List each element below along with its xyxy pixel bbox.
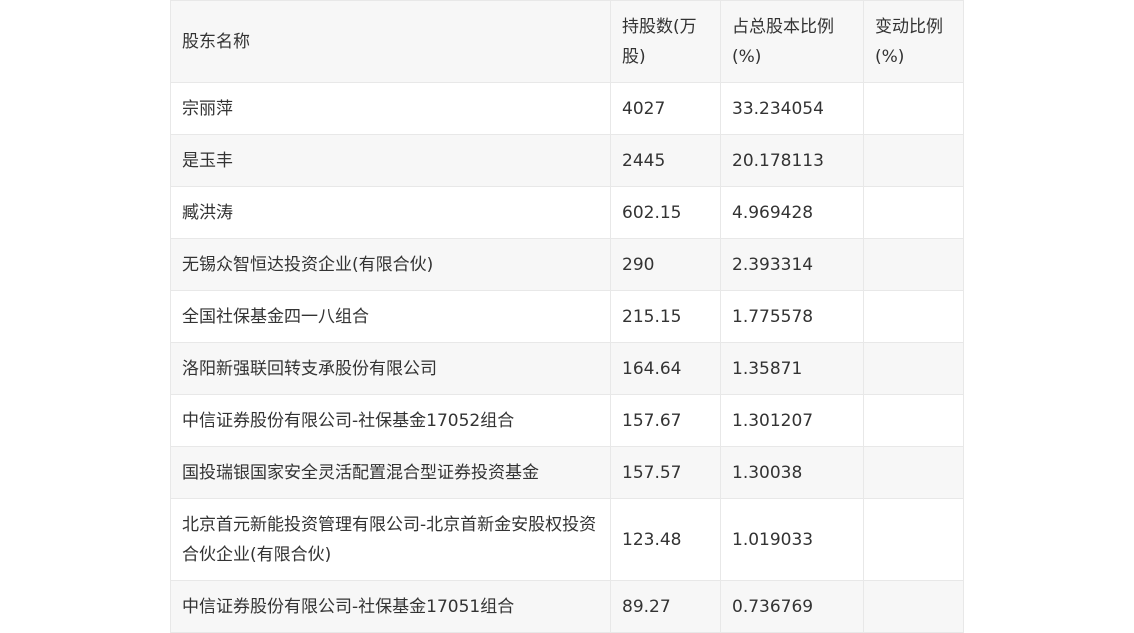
header-shareholder-name: 股东名称 (170, 0, 611, 83)
cell-shares: 4027 (610, 82, 721, 135)
cell-shares: 157.57 (610, 446, 721, 499)
cell-ratio: 1.775578 (720, 290, 864, 343)
table-row: 洛阳新强联回转支承股份有限公司 164.64 1.35871 (170, 342, 964, 395)
cell-shares: 89.27 (610, 580, 721, 633)
cell-ratio: 20.178113 (720, 134, 864, 187)
cell-shares: 290 (610, 238, 721, 291)
table-row: 无锡众智恒达投资企业(有限合伙) 290 2.393314 (170, 238, 964, 291)
cell-change (863, 186, 964, 239)
cell-ratio: 33.234054 (720, 82, 864, 135)
header-ratio: 占总股本比例(%) (720, 0, 864, 83)
cell-shares: 2445 (610, 134, 721, 187)
table-row: 北京首元新能投资管理有限公司-北京首新金安股权投资合伙企业(有限合伙) 123.… (170, 498, 964, 581)
cell-shares: 164.64 (610, 342, 721, 395)
cell-shareholder-name: 北京首元新能投资管理有限公司-北京首新金安股权投资合伙企业(有限合伙) (170, 498, 611, 581)
cell-ratio: 1.019033 (720, 498, 864, 581)
cell-shares: 215.15 (610, 290, 721, 343)
cell-change (863, 82, 964, 135)
table-header-row: 股东名称 持股数(万股) 占总股本比例(%) 变动比例(%) (170, 0, 964, 83)
cell-ratio: 0.736769 (720, 580, 864, 633)
header-shares: 持股数(万股) (610, 0, 721, 83)
table-row: 是玉丰 2445 20.178113 (170, 134, 964, 187)
cell-shareholder-name: 臧洪涛 (170, 186, 611, 239)
cell-shareholder-name: 宗丽萍 (170, 82, 611, 135)
cell-shares: 123.48 (610, 498, 721, 581)
cell-ratio: 4.969428 (720, 186, 864, 239)
cell-shares: 602.15 (610, 186, 721, 239)
header-change: 变动比例(%) (863, 0, 964, 83)
cell-shares: 157.67 (610, 394, 721, 447)
table-row: 中信证券股份有限公司-社保基金17052组合 157.67 1.301207 (170, 394, 964, 447)
table-row: 宗丽萍 4027 33.234054 (170, 82, 964, 135)
table-row: 全国社保基金四一八组合 215.15 1.775578 (170, 290, 964, 343)
cell-ratio: 2.393314 (720, 238, 864, 291)
cell-change (863, 580, 964, 633)
cell-change (863, 446, 964, 499)
cell-shareholder-name: 洛阳新强联回转支承股份有限公司 (170, 342, 611, 395)
shareholder-table-container: 股东名称 持股数(万股) 占总股本比例(%) 变动比例(%) 宗丽萍 4027 … (170, 0, 964, 633)
cell-change (863, 290, 964, 343)
cell-ratio: 1.30038 (720, 446, 864, 499)
cell-change (863, 134, 964, 187)
table-row: 臧洪涛 602.15 4.969428 (170, 186, 964, 239)
cell-change (863, 238, 964, 291)
table-row: 中信证券股份有限公司-社保基金17051组合 89.27 0.736769 (170, 580, 964, 633)
cell-change (863, 394, 964, 447)
cell-shareholder-name: 全国社保基金四一八组合 (170, 290, 611, 343)
cell-shareholder-name: 国投瑞银国家安全灵活配置混合型证券投资基金 (170, 446, 611, 499)
cell-ratio: 1.301207 (720, 394, 864, 447)
cell-shareholder-name: 中信证券股份有限公司-社保基金17052组合 (170, 394, 611, 447)
cell-change (863, 498, 964, 581)
cell-shareholder-name: 是玉丰 (170, 134, 611, 187)
cell-ratio: 1.35871 (720, 342, 864, 395)
table-row: 国投瑞银国家安全灵活配置混合型证券投资基金 157.57 1.30038 (170, 446, 964, 499)
shareholder-table: 股东名称 持股数(万股) 占总股本比例(%) 变动比例(%) 宗丽萍 4027 … (170, 0, 964, 633)
cell-change (863, 342, 964, 395)
cell-shareholder-name: 无锡众智恒达投资企业(有限合伙) (170, 238, 611, 291)
cell-shareholder-name: 中信证券股份有限公司-社保基金17051组合 (170, 580, 611, 633)
